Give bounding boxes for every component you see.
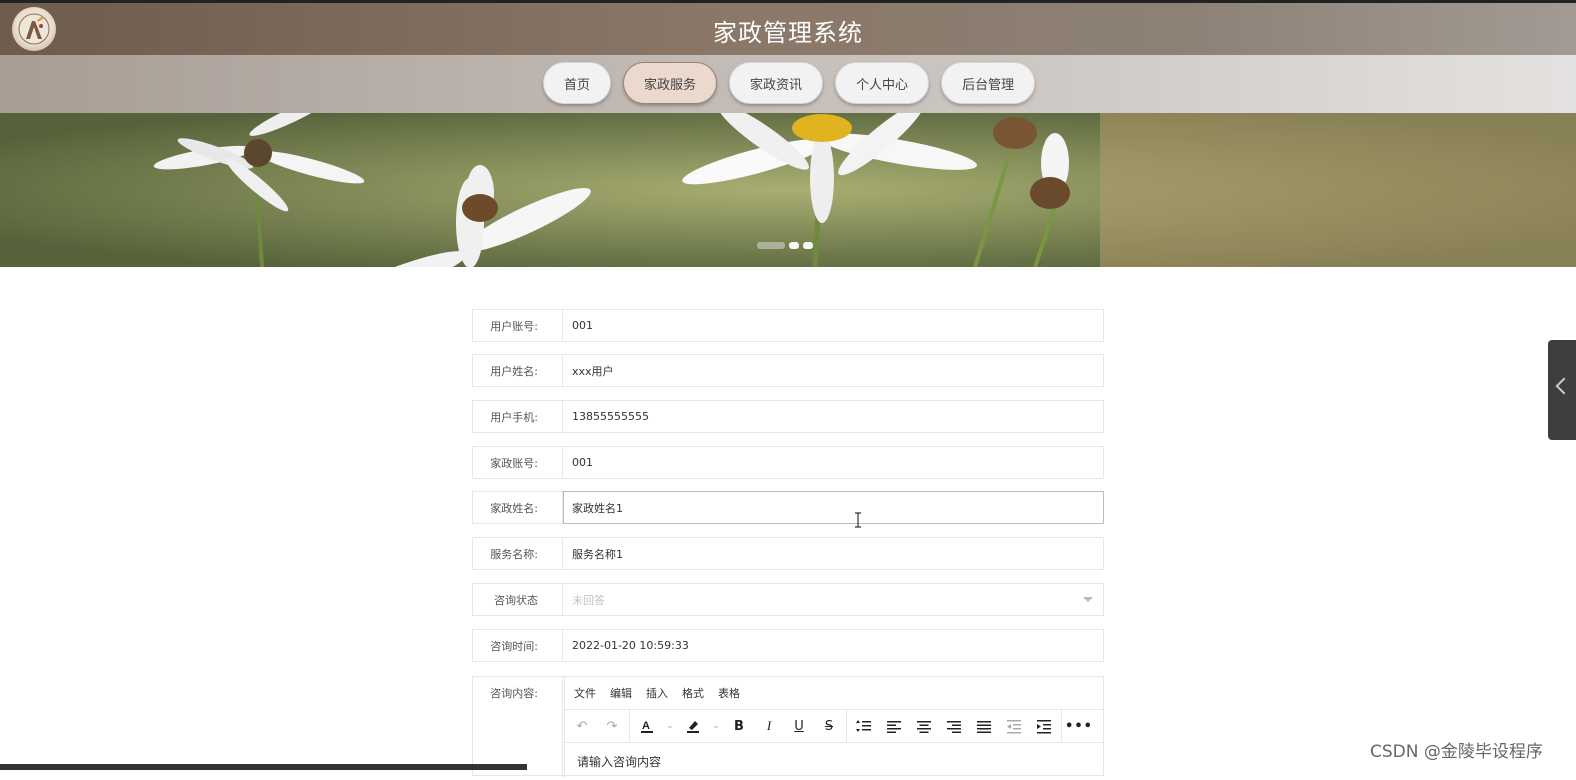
field-label: 咨询状态 [473, 584, 563, 615]
more-icon[interactable]: ••• [1065, 715, 1092, 737]
menu-edit[interactable]: 编辑 [610, 685, 632, 701]
chevron-down-icon[interactable] [1083, 597, 1093, 602]
text-color-icon[interactable]: A [636, 715, 658, 737]
housekeeper-name-input[interactable]: 家政姓名1 [563, 491, 1104, 524]
carousel-dot[interactable] [757, 242, 785, 249]
text-cursor-icon [855, 512, 861, 528]
carousel-dot[interactable] [789, 242, 799, 249]
editor-menubar: 文件 编辑 插入 格式 表格 [565, 677, 1104, 710]
chevron-down-icon[interactable]: ⌄ [712, 715, 720, 737]
underline-icon[interactable]: U [788, 715, 810, 737]
form-row-housekeeper-account: 家政账号: 001 [472, 446, 1104, 479]
user-phone-input[interactable]: 13855555555 [564, 401, 1103, 432]
align-left-icon[interactable] [883, 715, 905, 737]
outdent-icon[interactable] [1003, 715, 1025, 737]
nav-item-housekeeping-news[interactable]: 家政资讯 [729, 62, 824, 104]
indent-icon[interactable] [1033, 715, 1055, 737]
form-row-consult-status: 咨询状态 未回答 [472, 583, 1104, 616]
user-name-input[interactable]: xxx用户 [564, 355, 1103, 386]
form-row-user-account: 用户账号: 001 [472, 309, 1104, 342]
carousel-indicators [757, 242, 813, 249]
bold-icon[interactable]: B [728, 715, 750, 737]
banner-carousel[interactable] [0, 113, 1576, 267]
align-center-icon[interactable] [913, 715, 935, 737]
top-header: 家政管理系统 [0, 0, 1576, 55]
italic-icon[interactable]: I [758, 715, 780, 737]
form-row-housekeeper-name: 家政姓名: 家政姓名1 [472, 491, 1104, 524]
field-label: 用户姓名: [473, 355, 563, 386]
watermark-text: CSDN @金陵毕设程序 [1370, 742, 1543, 762]
align-right-icon[interactable] [943, 715, 965, 737]
form-row-service-name: 服务名称: 服务名称1 [472, 537, 1104, 570]
housekeeper-account-input[interactable]: 001 [564, 447, 1103, 478]
side-panel-toggle[interactable] [1548, 340, 1576, 440]
menu-insert[interactable]: 插入 [646, 685, 668, 701]
form-row-consult-time: 咨询时间: 2022-01-20 10:59:33 [472, 629, 1104, 662]
scrollbar-track[interactable] [0, 764, 527, 770]
site-title: 家政管理系统 [713, 19, 863, 47]
field-label: 家政姓名: [473, 492, 563, 523]
field-label: 咨询内容: [473, 677, 563, 777]
nav-item-home[interactable]: 首页 [543, 62, 612, 104]
field-label: 用户账号: [473, 310, 563, 341]
nav-item-personal-center[interactable]: 个人中心 [835, 62, 930, 104]
nav-item-admin[interactable]: 后台管理 [941, 62, 1036, 104]
menu-format[interactable]: 格式 [682, 685, 704, 701]
editor-toolbar: ↶ ↷ A ⌄ ⌄ B I U S ••• [565, 710, 1104, 743]
field-label: 用户手机: [473, 401, 563, 432]
field-label: 服务名称: [473, 538, 563, 569]
field-label: 家政账号: [473, 447, 563, 478]
form-row-user-phone: 用户手机: 13855555555 [472, 400, 1104, 433]
service-name-input[interactable]: 服务名称1 [564, 538, 1103, 569]
highlight-color-icon[interactable] [682, 715, 704, 737]
rich-text-editor: 文件 编辑 插入 格式 表格 ↶ ↷ A ⌄ ⌄ B I U S ••• 请输入… [564, 677, 1104, 777]
align-justify-icon[interactable] [973, 715, 995, 737]
svg-text:A: A [642, 720, 650, 732]
chevron-left-icon [1555, 377, 1573, 395]
form-row-consult-content: 咨询内容: 文件 编辑 插入 格式 表格 ↶ ↷ A ⌄ ⌄ B I U S •… [472, 676, 1104, 777]
redo-icon[interactable]: ↷ [601, 715, 623, 737]
carousel-dot[interactable] [803, 242, 813, 249]
line-height-icon[interactable] [853, 715, 875, 737]
form-row-user-name: 用户姓名: xxx用户 [472, 354, 1104, 387]
consult-status-select[interactable]: 未回答 [564, 584, 1103, 615]
chevron-down-icon[interactable]: ⌄ [666, 715, 674, 737]
menu-file[interactable]: 文件 [574, 685, 596, 701]
menu-table[interactable]: 表格 [718, 685, 740, 701]
consult-time-input[interactable]: 2022-01-20 10:59:33 [564, 630, 1103, 661]
main-nav: 首页 家政服务 家政资讯 个人中心 后台管理 [0, 55, 1576, 113]
nav-item-housekeeping-service[interactable]: 家政服务 [623, 62, 718, 104]
strikethrough-icon[interactable]: S [818, 715, 840, 737]
user-account-input[interactable]: 001 [564, 310, 1103, 341]
editor-content-area[interactable]: 请输入咨询内容 [565, 743, 1104, 780]
undo-icon[interactable]: ↶ [571, 715, 593, 737]
field-label: 咨询时间: [473, 630, 563, 661]
